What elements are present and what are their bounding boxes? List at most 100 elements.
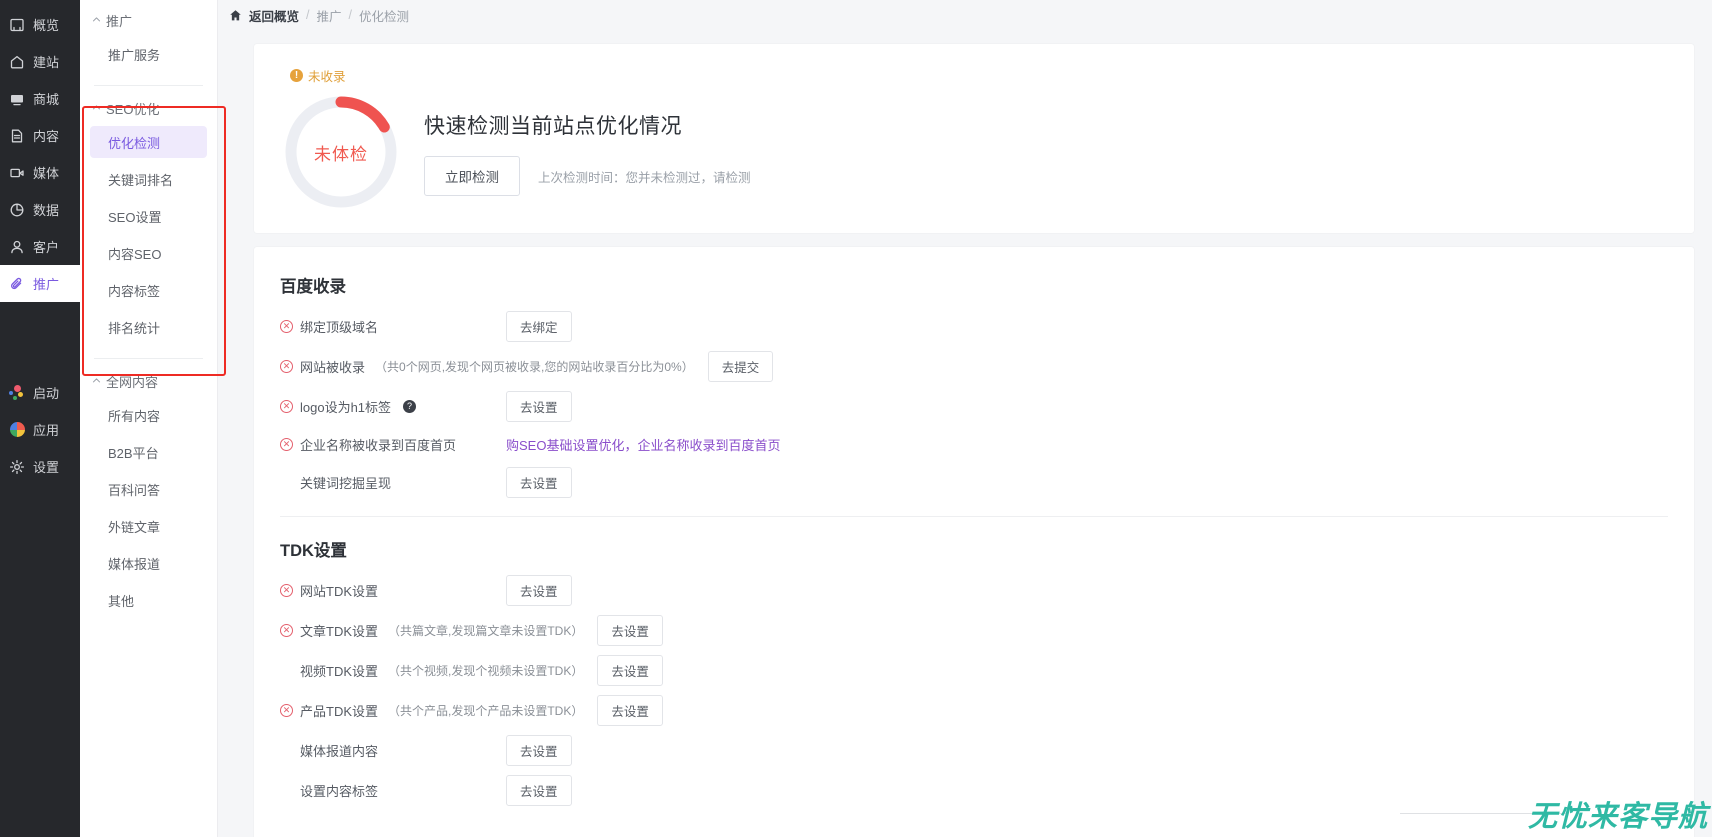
rail-item-应用[interactable]: 应用	[0, 411, 80, 448]
status-none-icon	[280, 664, 293, 677]
chart-pie-icon	[9, 202, 25, 218]
row-label-block: ✕ 网站被收录 （共0个网页,发现个网页被收录,您的网站收录百分比为0%）	[280, 357, 694, 376]
row-action-button[interactable]: 去设置	[506, 575, 572, 606]
main-column: 返回概览 / 推广 / 优化检测 ! 未收录 未体检 快速检测当前站点优化情况 …	[218, 0, 1712, 837]
rail-item-数据[interactable]: 数据	[0, 191, 80, 228]
help-icon[interactable]: ?	[403, 400, 417, 413]
sidebar-item-label: 内容标签	[108, 283, 161, 299]
nav-divider	[94, 85, 203, 86]
secondary-sidebar: 推广 推广服务 SEO优化 优化检测 关键词排名 SEO设置 内容SEO 内容标…	[80, 0, 218, 837]
sidebar-item-优化检测[interactable]: 优化检测	[90, 126, 207, 158]
row-action-button[interactable]: 去设置	[597, 615, 663, 646]
sidebar-item-B2B平台[interactable]: B2B平台	[90, 436, 207, 468]
chevron-up-icon	[92, 103, 101, 112]
section-title: 百度收录	[280, 278, 346, 296]
checklist-row: 关键词挖掘呈现 去设置	[280, 467, 1694, 498]
status-fail-icon: ✕	[280, 584, 293, 597]
row-label: 媒体报道内容	[300, 744, 379, 759]
score-gauge: 未体检	[282, 93, 400, 211]
row-label-block: ✕ 绑定顶级域名	[280, 317, 492, 336]
breadcrumb-home[interactable]: 返回概览	[249, 6, 299, 25]
rail-item-客户[interactable]: 客户	[0, 228, 80, 265]
row-label: 企业名称被收录到百度首页	[300, 438, 457, 453]
video-icon	[9, 165, 25, 181]
shop-icon	[9, 91, 25, 107]
document-icon	[9, 128, 25, 144]
row-action-button[interactable]: 去设置	[506, 735, 572, 766]
section-TDK设置: TDK设置 ✕ 网站TDK设置 去设置 ✕ 文章TDK设置 （共篇文章,发现篇文…	[254, 537, 1694, 806]
row-action-button[interactable]: 去设置	[506, 775, 572, 806]
sidebar-item-label: 百科问答	[108, 482, 161, 498]
sidebar-item-label: 内容SEO	[108, 246, 162, 262]
rail-item-推广[interactable]: 推广	[0, 265, 80, 302]
status-fail-icon: ✕	[280, 624, 293, 637]
sidebar-item-其他[interactable]: 其他	[90, 584, 207, 616]
checklist-row: 视频TDK设置 （共个视频,发现个视频未设置TDK） 去设置	[280, 655, 1694, 686]
row-action-button[interactable]: 去设置	[597, 695, 663, 726]
gear-icon	[9, 459, 25, 475]
rail-item-设置[interactable]: 设置	[0, 448, 80, 485]
rail-item-内容[interactable]: 内容	[0, 117, 80, 154]
row-action-button[interactable]: 去绑定	[506, 311, 572, 342]
sidebar-item-SEO设置[interactable]: SEO设置	[90, 200, 207, 232]
sidebar-item-外链文章[interactable]: 外链文章	[90, 510, 207, 542]
nav-group-toggle[interactable]: 全网内容	[80, 361, 217, 399]
nav-group-toggle[interactable]: 推广	[80, 0, 217, 38]
paperclip-icon	[9, 276, 25, 292]
nav-group-全网内容: 全网内容 所有内容 B2B平台 百科问答 外链文章 媒体报道 其他	[80, 361, 217, 625]
breadcrumb-middle[interactable]: 推广	[317, 6, 342, 25]
row-label: 网站被收录	[300, 360, 366, 375]
watermark: 无忧来客导航	[1527, 799, 1708, 833]
row-action-button[interactable]: 去设置	[506, 467, 572, 498]
row-action-button[interactable]: 去设置	[597, 655, 663, 686]
section-title: TDK设置	[280, 542, 347, 560]
status-fail-icon: ✕	[280, 400, 293, 413]
rail-item-建站[interactable]: 建站	[0, 43, 80, 80]
detect-now-button[interactable]: 立即检测	[424, 156, 520, 196]
row-note: （共0个网页,发现个网页被收录,您的网站收录百分比为0%）	[375, 360, 694, 374]
nav-group-SEO优化: SEO优化 优化检测 关键词排名 SEO设置 内容SEO 内容标签 排名统计	[80, 88, 217, 352]
checklist-card: 百度收录 ✕ 绑定顶级域名 去绑定 ✕ 网站被收录 （共0个网页,发现个网页被收…	[254, 247, 1694, 837]
sidebar-item-关键词排名[interactable]: 关键词排名	[90, 163, 207, 195]
sidebar-item-内容SEO[interactable]: 内容SEO	[90, 237, 207, 269]
sidebar-item-label: B2B平台	[108, 445, 159, 461]
nav-group-toggle[interactable]: SEO优化	[80, 88, 217, 126]
sidebar-item-label: 其他	[108, 593, 135, 609]
home-icon	[9, 54, 25, 70]
rail-item-label: 应用	[33, 423, 60, 438]
row-label: 文章TDK设置	[300, 624, 379, 639]
row-label: 设置内容标签	[300, 784, 379, 799]
row-action-button[interactable]: 去设置	[506, 391, 572, 422]
last-detection-meta: 上次检测时间：您并未检测过，请检测	[538, 170, 751, 185]
rail-item-概览[interactable]: 概览	[0, 6, 80, 43]
status-fail-icon: ✕	[280, 360, 293, 373]
row-action-button[interactable]: 去提交	[707, 351, 774, 382]
rail-item-label: 启动	[33, 386, 60, 401]
sidebar-item-媒体报道[interactable]: 媒体报道	[90, 547, 207, 579]
status-none-icon	[280, 744, 293, 757]
nav-group-label: 全网内容	[106, 375, 159, 390]
rail-item-启动[interactable]: 启动	[0, 374, 80, 411]
sidebar-item-所有内容[interactable]: 所有内容	[90, 399, 207, 431]
sidebar-item-内容标签[interactable]: 内容标签	[90, 274, 207, 306]
rail-item-商城[interactable]: 商城	[0, 80, 80, 117]
checklist-row: 设置内容标签 去设置	[280, 775, 1694, 806]
launch-dots-icon	[9, 384, 25, 401]
checklist-row: ✕ 企业名称被收录到百度首页 购SEO基础设置优化，企业名称收录到百度首页	[280, 431, 1694, 458]
sidebar-item-label: 关键词排名	[108, 172, 174, 188]
rail-item-媒体[interactable]: 媒体	[0, 154, 80, 191]
rail-spacer	[0, 302, 80, 374]
checklist-row: 媒体报道内容 去设置	[280, 735, 1694, 766]
row-label-block: ✕ logo设为h1标签 ?	[280, 397, 492, 416]
rail-item-label: 概览	[33, 18, 60, 33]
status-badge: ! 未收录	[290, 66, 424, 85]
sidebar-item-label: SEO设置	[108, 209, 162, 225]
upsell-link[interactable]: 购SEO基础设置优化，企业名称收录到百度首页	[506, 435, 780, 454]
app-root: 概览 建站 商城 内容 媒体 数据 客户 推广 启动 应用 设置 推广 推广服务 SEO优化 优…	[0, 0, 1712, 837]
sidebar-item-推广服务[interactable]: 推广服务	[90, 38, 207, 70]
sidebar-item-排名统计[interactable]: 排名统计	[90, 311, 207, 343]
content-scroll-area[interactable]: ! 未收录 未体检 快速检测当前站点优化情况 立即检测 上次检测时间：您并未检测…	[218, 30, 1712, 837]
rail-item-label: 设置	[33, 460, 60, 475]
chevron-up-icon	[92, 376, 101, 385]
sidebar-item-百科问答[interactable]: 百科问答	[90, 473, 207, 505]
